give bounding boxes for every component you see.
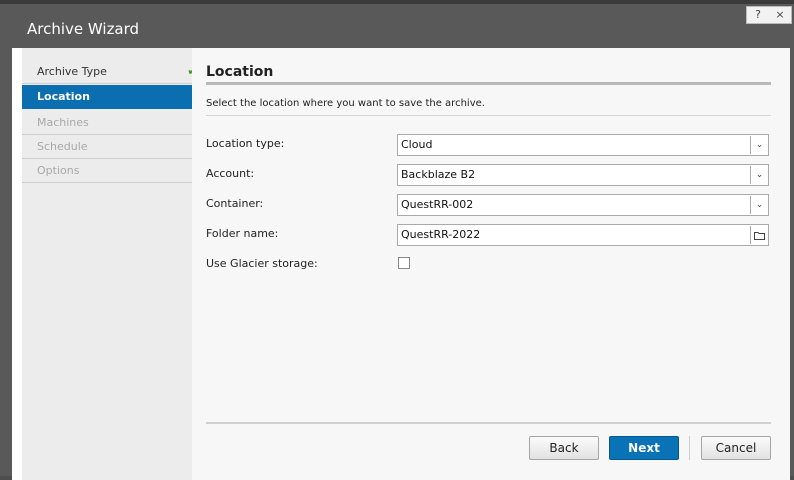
glacier-storage-label: Use Glacier storage: <box>206 257 318 270</box>
glacier-storage-checkbox[interactable] <box>398 257 410 269</box>
chevron-down-icon[interactable]: ⌄ <box>750 136 768 154</box>
cancel-button[interactable]: Cancel <box>701 436 771 460</box>
section-title: Location <box>206 64 274 80</box>
folder-icon[interactable] <box>750 226 768 244</box>
chevron-down-icon[interactable]: ⌄ <box>750 166 768 184</box>
description-divider <box>206 115 771 116</box>
step-label: Location <box>37 90 90 103</box>
account-value: Backblaze B2 <box>401 168 476 181</box>
back-button[interactable]: Back <box>529 436 599 460</box>
step-archive-type[interactable]: Archive Type ✔ <box>22 60 202 84</box>
location-type-select[interactable]: Cloud ⌄ <box>397 134 769 156</box>
step-machines: Machines <box>22 111 202 135</box>
archive-wizard-window: Archive Wizard ? × Archive Type ✔ Locati… <box>0 0 794 480</box>
footer-divider <box>206 422 771 424</box>
wizard-content: Archive Type ✔ Location Machines Schedul… <box>12 48 790 480</box>
location-type-value: Cloud <box>401 138 433 151</box>
window-title: Archive Wizard <box>27 20 140 38</box>
help-button[interactable]: ? <box>747 7 769 23</box>
folder-name-value: QuestRR-2022 <box>401 228 481 241</box>
step-label: Machines <box>37 116 89 129</box>
container-value: QuestRR-002 <box>401 198 474 211</box>
container-select[interactable]: QuestRR-002 ⌄ <box>397 194 769 216</box>
button-separator <box>689 436 690 460</box>
step-location[interactable]: Location <box>22 85 202 109</box>
wizard-steps-sidebar: Archive Type ✔ Location Machines Schedul… <box>22 48 203 480</box>
section-description: Select the location where you want to sa… <box>206 98 485 109</box>
section-title-divider <box>206 82 771 85</box>
step-options: Options <box>22 159 202 183</box>
close-button[interactable]: × <box>769 7 791 23</box>
step-label: Schedule <box>37 140 88 153</box>
step-label: Options <box>37 164 80 177</box>
account-select[interactable]: Backblaze B2 ⌄ <box>397 164 769 186</box>
location-type-label: Location type: <box>206 137 285 150</box>
step-schedule: Schedule <box>22 135 202 159</box>
step-label: Archive Type <box>37 65 107 78</box>
account-label: Account: <box>206 167 255 180</box>
location-panel: Location Select the location where you w… <box>192 48 790 480</box>
chevron-down-icon[interactable]: ⌄ <box>750 196 768 214</box>
folder-name-label: Folder name: <box>206 227 279 240</box>
next-button[interactable]: Next <box>609 436 679 460</box>
container-label: Container: <box>206 197 264 210</box>
title-bar-buttons: ? × <box>746 6 792 24</box>
folder-name-input[interactable]: QuestRR-2022 <box>397 224 769 246</box>
